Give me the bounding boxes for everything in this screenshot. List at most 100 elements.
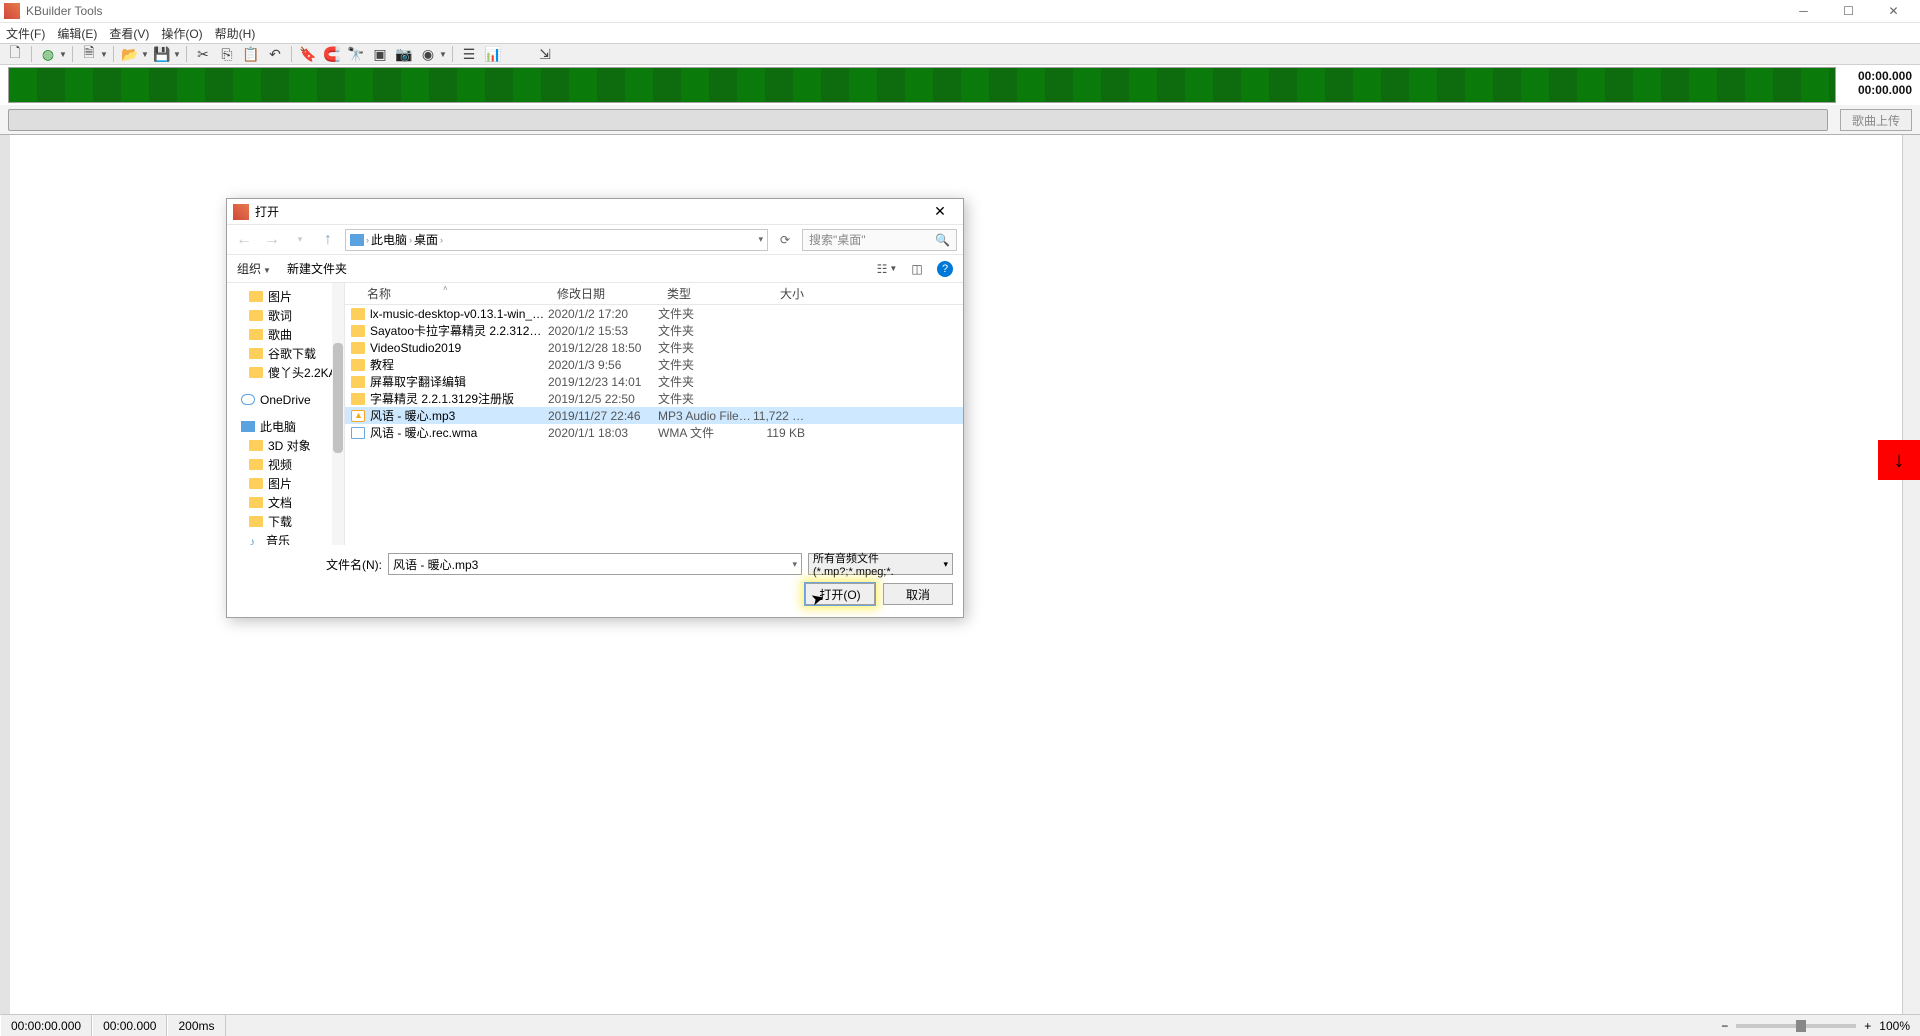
- filename-input[interactable]: 风语 - 暖心.mp3 ▾: [388, 553, 802, 575]
- tool-binoculars-icon[interactable]: 🔭: [345, 45, 367, 63]
- tree-item[interactable]: 歌曲: [227, 325, 344, 344]
- tool-undo-icon[interactable]: ↶: [264, 45, 286, 63]
- tree-item[interactable]: 此电脑: [227, 417, 344, 436]
- chevron-right-icon[interactable]: ›: [440, 235, 443, 245]
- menu-file[interactable]: 文件(F): [6, 25, 45, 42]
- close-button[interactable]: ✕: [1871, 0, 1916, 23]
- zoom-thumb[interactable]: [1796, 1020, 1806, 1032]
- tool-new-icon[interactable]: 🗎: [78, 45, 100, 63]
- tool-globe-icon[interactable]: ◍: [37, 45, 59, 63]
- column-headers: 名称 ˄ 修改日期 类型 大小: [345, 283, 963, 305]
- tool-cut-icon[interactable]: ✂: [192, 45, 214, 63]
- tree-item[interactable]: ♪音乐: [227, 531, 344, 545]
- dialog-close-button[interactable]: ✕: [923, 200, 957, 224]
- nav-back-icon[interactable]: ←: [233, 229, 255, 251]
- cancel-button[interactable]: 取消: [883, 583, 953, 605]
- file-row[interactable]: lx-music-desktop-v0.13.1-win_x64-gr...20…: [345, 305, 963, 322]
- zoom-plus-icon[interactable]: +: [1864, 1019, 1871, 1033]
- search-input[interactable]: 搜索"桌面" 🔍: [802, 229, 957, 251]
- file-row[interactable]: 教程2020/1/3 9:56文件夹: [345, 356, 963, 373]
- tool-camera-icon[interactable]: 📷: [393, 45, 415, 63]
- filter-text: 所有音频文件(*.mp?;*.mpeg;*.: [813, 550, 943, 578]
- dropdown-icon[interactable]: ▼: [141, 50, 149, 59]
- tool-copy-icon[interactable]: ⎘: [216, 45, 238, 63]
- crumb-pc[interactable]: 此电脑: [371, 231, 407, 248]
- statusbar: 00:00:00.000 00:00.000 200ms − + 100%: [0, 1014, 1920, 1036]
- zoom-minus-icon[interactable]: −: [1721, 1019, 1728, 1033]
- cell-size: 119 KB: [753, 426, 813, 440]
- organize-button[interactable]: 组织▼: [237, 260, 271, 277]
- file-row[interactable]: 字幕精灵 2.2.1.3129注册版2019/12/5 22:50文件夹: [345, 390, 963, 407]
- menu-view[interactable]: 查看(V): [109, 25, 149, 42]
- scrollbar-thumb[interactable]: [333, 343, 343, 453]
- tree-item[interactable]: 图片: [227, 287, 344, 306]
- dropdown-icon[interactable]: ▼: [100, 50, 108, 59]
- dropdown-icon[interactable]: ▼: [59, 50, 67, 59]
- zoom-slider[interactable]: [1736, 1024, 1856, 1028]
- chevron-right-icon[interactable]: ›: [366, 235, 369, 245]
- tool-disc-icon[interactable]: ◉: [417, 45, 439, 63]
- new-folder-button[interactable]: 新建文件夹: [287, 260, 347, 277]
- dropdown-icon[interactable]: ▾: [792, 559, 797, 570]
- tool-chart-icon[interactable]: 📊: [482, 45, 504, 63]
- tool-open-lyrics-icon[interactable]: 🗋: [4, 45, 26, 63]
- tool-tag-icon[interactable]: 🔖: [297, 45, 319, 63]
- dialog-footer: 文件名(N): 风语 - 暖心.mp3 ▾ 所有音频文件(*.mp?;*.mpe…: [227, 545, 963, 617]
- time-readout-1: 00:00.000: [1848, 69, 1912, 83]
- menu-help[interactable]: 帮助(H): [215, 25, 256, 42]
- tree-item-label: 音乐: [266, 532, 290, 545]
- download-tab-icon[interactable]: ↓: [1878, 440, 1920, 480]
- tool-play-icon[interactable]: ▣: [369, 45, 391, 63]
- timeline-scrollbar[interactable]: [8, 109, 1828, 131]
- vertical-scrollbar[interactable]: [1902, 135, 1920, 1014]
- tree-scrollbar[interactable]: [332, 283, 344, 545]
- help-icon[interactable]: ?: [937, 261, 953, 277]
- tree-item[interactable]: OneDrive: [227, 390, 344, 409]
- tool-list-icon[interactable]: ☰: [458, 45, 480, 63]
- menu-operate[interactable]: 操作(O): [161, 25, 202, 42]
- upload-song-button[interactable]: 歌曲上传: [1840, 109, 1912, 131]
- view-mode-icon[interactable]: ☷▼: [877, 261, 897, 277]
- col-size[interactable]: 大小: [752, 285, 812, 302]
- preview-pane-icon[interactable]: ◫: [907, 261, 927, 277]
- tree-item[interactable]: 图片: [227, 474, 344, 493]
- waveform-track[interactable]: [8, 67, 1836, 103]
- tree-item[interactable]: 文档: [227, 493, 344, 512]
- breadcrumb[interactable]: › 此电脑 › 桌面 › ▾: [345, 229, 768, 251]
- file-row[interactable]: Sayatoo卡拉字幕精灵 2.2.3129注册机.e...2020/1/2 1…: [345, 322, 963, 339]
- minimize-button[interactable]: ─: [1781, 0, 1826, 23]
- file-type-filter[interactable]: 所有音频文件(*.mp?;*.mpeg;*. ▾: [808, 553, 953, 575]
- tool-magnet-icon[interactable]: 🧲: [321, 45, 343, 63]
- dropdown-icon[interactable]: ▼: [173, 50, 181, 59]
- tree-item[interactable]: 3D 对象: [227, 436, 344, 455]
- address-dropdown[interactable]: ▾: [758, 234, 763, 245]
- status-position: 00:00:00.000: [0, 1015, 92, 1036]
- tree-item[interactable]: 视频: [227, 455, 344, 474]
- crumb-desktop[interactable]: 桌面: [414, 231, 438, 248]
- open-button[interactable]: 打开(O): [805, 583, 875, 605]
- file-row[interactable]: 风语 - 暖心.rec.wma2020/1/1 18:03WMA 文件119 K…: [345, 424, 963, 441]
- file-row[interactable]: 风语 - 暖心.mp32019/11/27 22:46MP3 Audio Fil…: [345, 407, 963, 424]
- col-date[interactable]: 修改日期: [547, 285, 657, 302]
- refresh-icon[interactable]: ⟳: [774, 229, 796, 251]
- dropdown-icon[interactable]: ▼: [439, 50, 447, 59]
- file-row[interactable]: VideoStudio20192019/12/28 18:50文件夹: [345, 339, 963, 356]
- tree-item[interactable]: 傻丫头2.2KAT模: [227, 363, 344, 382]
- tree-item[interactable]: 歌词: [227, 306, 344, 325]
- col-type[interactable]: 类型: [657, 285, 752, 302]
- tool-export-icon[interactable]: ⇲: [534, 45, 556, 63]
- tool-save-icon[interactable]: 💾: [151, 45, 173, 63]
- menu-edit[interactable]: 编辑(E): [57, 25, 97, 42]
- nav-recent-icon[interactable]: ▾: [289, 229, 311, 251]
- tool-paste-icon[interactable]: 📋: [240, 45, 262, 63]
- tree-item[interactable]: 下载: [227, 512, 344, 531]
- file-row[interactable]: 屏幕取字翻译编辑2019/12/23 14:01文件夹: [345, 373, 963, 390]
- maximize-button[interactable]: ☐: [1826, 0, 1871, 23]
- tool-open-folder-icon[interactable]: 📂: [119, 45, 141, 63]
- nav-forward-icon[interactable]: →: [261, 229, 283, 251]
- cell-date: 2019/12/23 14:01: [548, 375, 658, 389]
- tree-item[interactable]: 谷歌下载: [227, 344, 344, 363]
- nav-up-icon[interactable]: ↑: [317, 229, 339, 251]
- chevron-right-icon[interactable]: ›: [409, 235, 412, 245]
- search-icon[interactable]: 🔍: [935, 233, 950, 247]
